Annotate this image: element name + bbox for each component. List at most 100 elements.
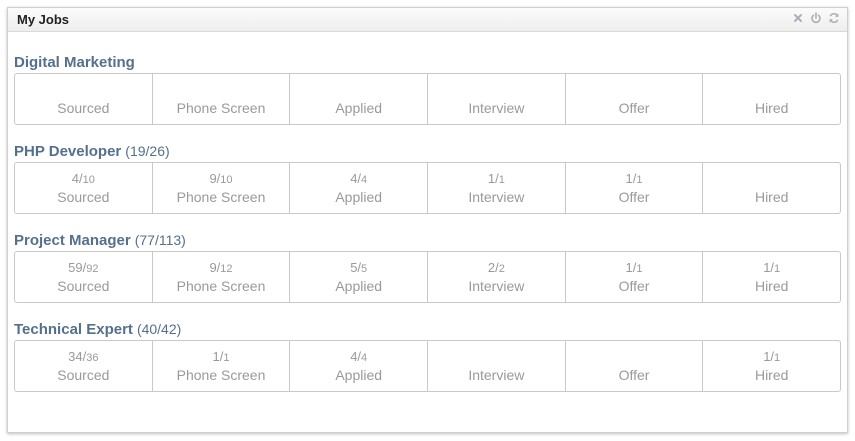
stage-label: Interview: [468, 278, 525, 294]
stage-label: Hired: [754, 100, 789, 116]
stage-count-num: 1/: [763, 260, 775, 275]
power-icon[interactable]: [809, 11, 823, 25]
stage-count: 9/10: [209, 170, 232, 188]
widget-header: My Jobs: [8, 8, 847, 32]
stage-label: Sourced: [57, 100, 110, 116]
stage-count-num: 9/: [209, 260, 221, 275]
stage-cell-applied[interactable]: 4/4 Applied: [290, 341, 429, 391]
stage-count: 1/1: [488, 170, 505, 188]
stage-count-num: 4/: [71, 171, 83, 186]
job-title[interactable]: Digital Marketing: [14, 54, 841, 72]
stage-count-num: 9/: [209, 171, 221, 186]
stage-label: Hired: [754, 189, 789, 205]
stage-count-den: 12: [220, 263, 233, 275]
stage-cell-offer[interactable]: 1/1 Offer: [566, 252, 704, 302]
stage-cell-sourced[interactable]: 34/36 Sourced: [15, 341, 153, 391]
stage-count-den: 4: [361, 174, 368, 186]
job-title[interactable]: Project Manager (77/113): [14, 232, 841, 250]
stage-count: 1/1: [763, 259, 780, 277]
jobs-list: Digital Marketing Sourced Phone Screen Appl…: [8, 54, 847, 392]
job-count: (19/26): [125, 143, 170, 159]
job-name: PHP Developer: [14, 143, 122, 160]
stage-cell-interview[interactable]: 1/1 Interview: [428, 163, 566, 213]
stage-cell-sourced[interactable]: 59/92 Sourced: [15, 252, 153, 302]
stage-cell-applied[interactable]: Applied: [290, 74, 429, 124]
stage-cell-phone-screen[interactable]: 9/10 Phone Screen: [153, 163, 291, 213]
stage-count-den: 1: [774, 263, 781, 275]
stage-count: 9/12: [209, 259, 232, 277]
stage-cell-hired[interactable]: Hired: [703, 74, 840, 124]
stage-label: Offer: [618, 278, 650, 294]
stage-count-den: 10: [220, 174, 233, 186]
stage-count-den: 1: [774, 352, 781, 364]
stage-cell-phone-screen[interactable]: Phone Screen: [153, 74, 291, 124]
stage-count-num: 1/: [625, 260, 637, 275]
stage-cell-hired[interactable]: Hired: [703, 163, 840, 213]
stage-label: Phone Screen: [176, 278, 266, 294]
job-title[interactable]: Technical Expert (40/42): [14, 321, 841, 339]
stage-cell-phone-screen[interactable]: 9/12 Phone Screen: [153, 252, 291, 302]
stage-label: Sourced: [57, 367, 110, 383]
stage-label: Applied: [335, 367, 383, 383]
stage-cell-interview[interactable]: Interview: [428, 341, 566, 391]
refresh-icon[interactable]: [827, 11, 841, 25]
stage-count-num: 4/: [350, 171, 362, 186]
stage-cell-hired[interactable]: 1/1 Hired: [703, 341, 840, 391]
stage-count: 4/10: [72, 170, 95, 188]
stage-label: Offer: [618, 367, 650, 383]
stage-count-den: 5: [361, 263, 368, 275]
stage-cell-hired[interactable]: 1/1 Hired: [703, 252, 840, 302]
stage-count: 1/1: [213, 348, 230, 366]
stage-count: 1/1: [626, 259, 643, 277]
stage-count: 34/36: [68, 348, 98, 366]
pipeline-stages: 59/92 Sourced 9/12 Phone Screen 5/5 Applied 2/…: [14, 251, 841, 303]
pipeline-stages: Sourced Phone Screen Applied Interview Offer…: [14, 73, 841, 125]
stage-count-den: 92: [86, 263, 99, 275]
stage-label: Phone Screen: [176, 367, 266, 383]
stage-label: Phone Screen: [176, 100, 266, 116]
job-count: (40/42): [136, 321, 182, 337]
stage-cell-interview[interactable]: Interview: [428, 74, 566, 124]
stage-count-den: 1: [498, 174, 505, 186]
stage-count: 4/4: [350, 170, 367, 188]
stage-cell-sourced[interactable]: 4/10 Sourced: [15, 163, 153, 213]
stage-count-num: 59/: [68, 260, 87, 275]
stage-count: 5/5: [350, 259, 367, 277]
stage-cell-applied[interactable]: 4/4 Applied: [290, 163, 429, 213]
job-name: Project Manager: [14, 232, 131, 249]
stage-count-den: 1: [223, 352, 230, 364]
stage-label: Applied: [335, 100, 383, 116]
stage-cell-offer[interactable]: Offer: [566, 341, 704, 391]
job-title[interactable]: PHP Developer (19/26): [14, 143, 841, 161]
stage-count-num: 5/: [350, 260, 362, 275]
stage-cell-sourced[interactable]: Sourced: [15, 74, 153, 124]
stage-count-num: 34/: [68, 349, 87, 364]
widget-title: My Jobs: [17, 12, 70, 27]
stage-cell-phone-screen[interactable]: 1/1 Phone Screen: [153, 341, 291, 391]
stage-count: 59/92: [68, 259, 98, 277]
stage-count-den: 2: [498, 263, 505, 275]
stage-cell-offer[interactable]: Offer: [566, 74, 704, 124]
stage-count-num: 1/: [212, 349, 224, 364]
stage-label: Sourced: [57, 278, 110, 294]
stage-count-num: 1/: [625, 171, 637, 186]
stage-count-den: 1: [636, 174, 643, 186]
job-block: PHP Developer (19/26) 4/10 Sourced 9/10 Phone…: [14, 143, 841, 214]
stage-count-num: 1/: [763, 349, 775, 364]
job-block: Project Manager (77/113) 59/92 Sourced 9/12 P…: [14, 232, 841, 303]
stage-label: Offer: [618, 100, 650, 116]
stage-cell-applied[interactable]: 5/5 Applied: [290, 252, 429, 302]
stage-label: Applied: [335, 278, 383, 294]
header-icons: [791, 11, 841, 25]
stage-label: Offer: [618, 189, 650, 205]
stage-count-den: 36: [86, 352, 99, 364]
stage-label: Hired: [754, 367, 789, 383]
stage-count-num: 1/: [487, 171, 499, 186]
close-icon[interactable]: [791, 11, 805, 25]
stage-cell-interview[interactable]: 2/2 Interview: [428, 252, 566, 302]
stage-label: Interview: [468, 100, 525, 116]
stage-count-den: 1: [636, 263, 643, 275]
stage-label: Applied: [335, 189, 383, 205]
job-block: Technical Expert (40/42) 34/36 Sourced 1/1 Ph…: [14, 321, 841, 392]
stage-cell-offer[interactable]: 1/1 Offer: [566, 163, 704, 213]
